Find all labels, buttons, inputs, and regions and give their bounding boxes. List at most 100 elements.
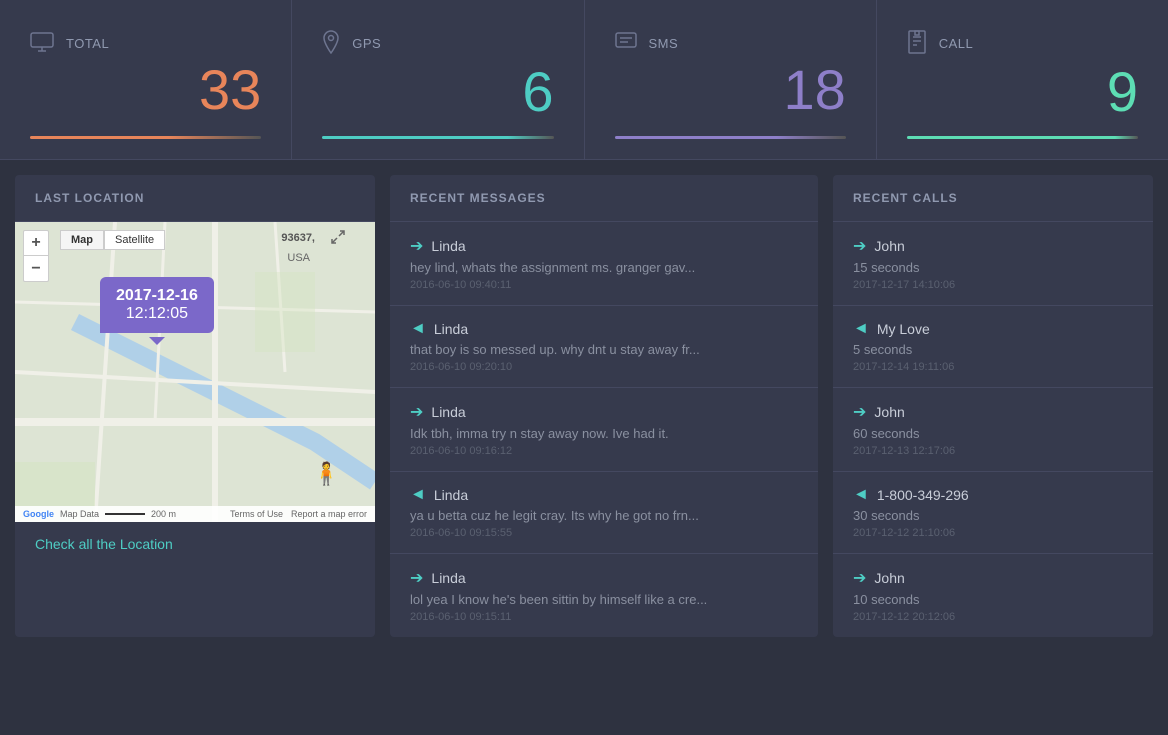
map-popup-time: 12:12:05 bbox=[116, 305, 198, 323]
message-item-2[interactable]: ➔ Linda Idk tbh, imma try n stay away no… bbox=[390, 388, 818, 472]
map-popup-date: 2017-12-16 bbox=[116, 287, 198, 305]
gps-label: GPS bbox=[352, 36, 381, 51]
message-item-0[interactable]: ➔ Linda hey lind, whats the assignment m… bbox=[390, 222, 818, 306]
total-label: Total bbox=[66, 36, 109, 51]
call-timestamp-4: 2017-12-12 20:12:06 bbox=[853, 611, 1133, 623]
call-contact-name-0: John bbox=[874, 238, 904, 254]
map-scale-label: 200 m bbox=[151, 509, 176, 519]
messages-panel-header: RECENT MESSAGES bbox=[390, 175, 818, 222]
call-item-2[interactable]: ➔ John 60 seconds 2017-12-13 12:17:06 bbox=[833, 388, 1153, 472]
call-timestamp-2: 2017-12-13 12:17:06 bbox=[853, 445, 1133, 457]
message-timestamp-1: 2016-06-10 09:20:10 bbox=[410, 361, 798, 373]
message-text-4: lol yea I know he's been sittin by himse… bbox=[410, 592, 798, 607]
call-bar bbox=[907, 136, 1138, 139]
call-direction-2: ➔ bbox=[853, 402, 866, 422]
message-contact-1: ◄ Linda bbox=[410, 320, 798, 338]
message-item-4[interactable]: ➔ Linda lol yea I know he's been sittin … bbox=[390, 554, 818, 637]
map-type-map-button[interactable]: Map bbox=[60, 230, 104, 250]
total-bar bbox=[30, 136, 261, 139]
total-value: 33 bbox=[30, 62, 261, 118]
message-item-1[interactable]: ◄ Linda that boy is so messed up. why dn… bbox=[390, 306, 818, 388]
call-duration-2: 60 seconds bbox=[853, 426, 1133, 441]
monitor-icon bbox=[30, 32, 54, 56]
sms-label: SMS bbox=[649, 36, 679, 51]
message-contact-name-3: Linda bbox=[434, 487, 468, 503]
message-direction-1: ◄ bbox=[410, 320, 426, 338]
google-logo: Google bbox=[23, 509, 54, 519]
map-panel-header: LAST LOCATION bbox=[15, 175, 375, 222]
message-direction-0: ➔ bbox=[410, 236, 423, 256]
sms-value: 18 bbox=[615, 62, 846, 118]
call-timestamp-3: 2017-12-12 21:10:06 bbox=[853, 527, 1133, 539]
call-item-1[interactable]: ◄ My Love 5 seconds 2017-12-14 19:11:06 bbox=[833, 306, 1153, 388]
call-item-0[interactable]: ➔ John 15 seconds 2017-12-17 14:10:06 bbox=[833, 222, 1153, 306]
call-direction-3: ◄ bbox=[853, 486, 869, 504]
map-footer: Google Map Data 200 m Terms of Use Repor… bbox=[15, 506, 375, 522]
call-contact-3: ◄ 1-800-349-296 bbox=[853, 486, 1133, 504]
call-contact-name-2: John bbox=[874, 404, 904, 420]
message-item-3[interactable]: ◄ Linda ya u betta cuz he legit cray. It… bbox=[390, 472, 818, 554]
map-scale-line bbox=[105, 513, 145, 515]
call-contact-name-1: My Love bbox=[877, 321, 930, 337]
call-timestamp-1: 2017-12-14 19:11:06 bbox=[853, 361, 1133, 373]
message-direction-2: ➔ bbox=[410, 402, 423, 422]
map-type-satellite-button[interactable]: Satellite bbox=[104, 230, 165, 250]
messages-list: ➔ Linda hey lind, whats the assignment m… bbox=[390, 222, 818, 637]
map-zoom-controls[interactable]: + − bbox=[23, 230, 49, 282]
stat-card-sms: SMS 18 bbox=[585, 0, 877, 159]
message-text-2: Idk tbh, imma try n stay away now. Ive h… bbox=[410, 426, 798, 441]
call-duration-3: 30 seconds bbox=[853, 508, 1133, 523]
message-contact-2: ➔ Linda bbox=[410, 402, 798, 422]
terms-of-use-link[interactable]: Terms of Use bbox=[230, 509, 283, 519]
message-contact-name-1: Linda bbox=[434, 321, 468, 337]
report-map-error-link[interactable]: Report a map error bbox=[291, 509, 367, 519]
call-contact-1: ◄ My Love bbox=[853, 320, 1133, 338]
message-contact-3: ◄ Linda bbox=[410, 486, 798, 504]
calls-list: ➔ John 15 seconds 2017-12-17 14:10:06 ◄ … bbox=[833, 222, 1153, 637]
call-item-3[interactable]: ◄ 1-800-349-296 30 seconds 2017-12-12 21… bbox=[833, 472, 1153, 554]
call-timestamp-0: 2017-12-17 14:10:06 bbox=[853, 279, 1133, 291]
location-icon bbox=[322, 30, 340, 58]
map-container[interactable]: + − Map Satellite 93637, USA bbox=[15, 222, 375, 522]
call-duration-1: 5 seconds bbox=[853, 342, 1133, 357]
zoom-in-button[interactable]: + bbox=[23, 230, 49, 256]
call-contact-4: ➔ John bbox=[853, 568, 1133, 588]
message-contact-name-4: Linda bbox=[431, 570, 465, 586]
map-panel: LAST LOCATION bbox=[15, 175, 375, 637]
document-icon bbox=[907, 30, 927, 58]
message-timestamp-0: 2016-06-10 09:40:11 bbox=[410, 279, 798, 291]
map-popup: 2017-12-16 12:12:05 bbox=[100, 277, 214, 333]
main-content: LAST LOCATION bbox=[0, 160, 1168, 652]
message-contact-4: ➔ Linda bbox=[410, 568, 798, 588]
sms-bar bbox=[615, 136, 846, 139]
message-timestamp-2: 2016-06-10 09:16:12 bbox=[410, 445, 798, 457]
call-direction-1: ◄ bbox=[853, 320, 869, 338]
message-direction-4: ➔ bbox=[410, 568, 423, 588]
stat-card-gps: GPS 6 bbox=[292, 0, 584, 159]
call-label: Call bbox=[939, 36, 974, 51]
message-text-0: hey lind, whats the assignment ms. grang… bbox=[410, 260, 798, 275]
check-location-link[interactable]: Check all the Location bbox=[15, 522, 375, 566]
gps-bar bbox=[322, 136, 553, 139]
message-contact-name-2: Linda bbox=[431, 404, 465, 420]
zoom-out-button[interactable]: − bbox=[23, 256, 49, 282]
call-contact-0: ➔ John bbox=[853, 236, 1133, 256]
map-expand-icon[interactable] bbox=[331, 230, 345, 247]
message-contact-name-0: Linda bbox=[431, 238, 465, 254]
message-timestamp-3: 2016-06-10 09:15:55 bbox=[410, 527, 798, 539]
map-location-text: 93637, bbox=[281, 232, 315, 244]
call-duration-4: 10 seconds bbox=[853, 592, 1133, 607]
gps-value: 6 bbox=[322, 64, 553, 120]
map-data-label: Map Data bbox=[60, 509, 99, 519]
stat-card-total: Total 33 bbox=[0, 0, 292, 159]
call-item-4[interactable]: ➔ John 10 seconds 2017-12-12 20:12:06 bbox=[833, 554, 1153, 637]
map-type-buttons[interactable]: Map Satellite bbox=[60, 230, 165, 250]
call-value: 9 bbox=[907, 64, 1138, 120]
message-timestamp-4: 2016-06-10 09:15:11 bbox=[410, 611, 798, 623]
message-text-3: ya u betta cuz he legit cray. Its why he… bbox=[410, 508, 798, 523]
call-contact-name-3: 1-800-349-296 bbox=[877, 487, 969, 503]
message-direction-3: ◄ bbox=[410, 486, 426, 504]
stats-bar: Total 33 GPS 6 SM bbox=[0, 0, 1168, 160]
map-usa-text: USA bbox=[287, 252, 310, 264]
call-contact-name-4: John bbox=[874, 570, 904, 586]
